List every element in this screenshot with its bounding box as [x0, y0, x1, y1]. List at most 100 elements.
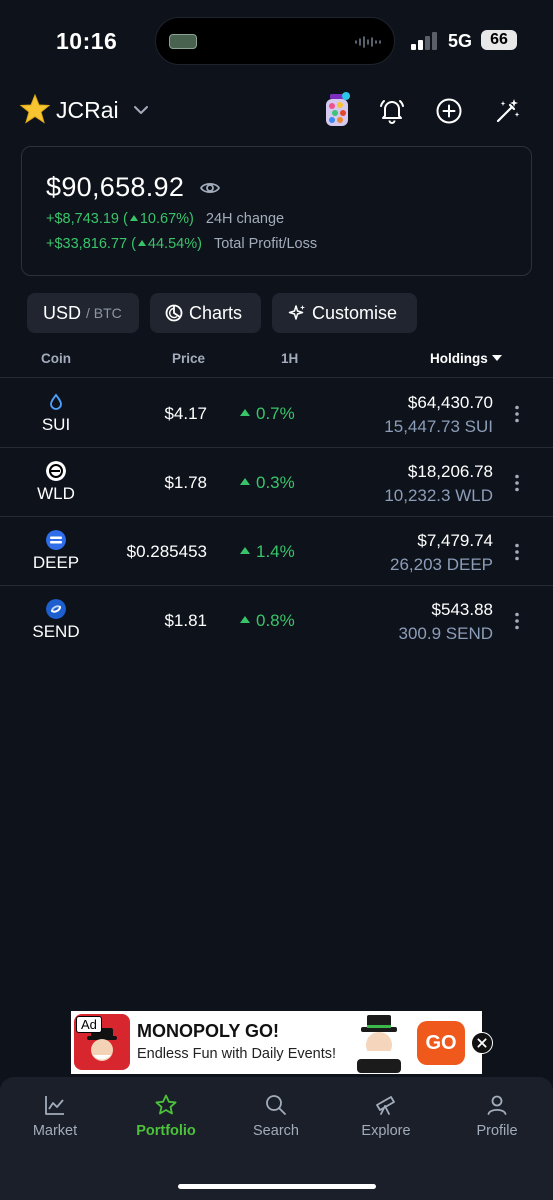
- holding-quantity: 26,203 DEEP: [389, 555, 493, 574]
- col-1h[interactable]: 1H: [281, 351, 298, 366]
- nav-explore[interactable]: Explore: [336, 1093, 436, 1139]
- nav-label: Portfolio: [136, 1123, 196, 1139]
- worldcoin-icon: [46, 461, 66, 481]
- charts-button[interactable]: Charts: [150, 293, 261, 333]
- table-row[interactable]: SEND $1.81 0.8% $543.88 300.9 SEND: [0, 586, 553, 655]
- coin-symbol: WLD: [37, 484, 75, 503]
- currency-toggle[interactable]: USD / BTC: [27, 293, 139, 333]
- pnl-value: +$33,816.77: [46, 236, 128, 252]
- portfolio-total: $90,658.92: [46, 172, 185, 202]
- live-activity-icon: [169, 34, 197, 49]
- coin-change-1h: 0.3%: [238, 473, 295, 493]
- more-vertical-icon[interactable]: [513, 405, 521, 423]
- bottom-nav: Market Portfolio Search Explore Profile: [0, 1077, 553, 1200]
- holdings-table-header: Coin Price 1H Holdings: [0, 350, 553, 378]
- charts-label: Charts: [189, 302, 243, 323]
- sparkle-icon: [288, 305, 305, 320]
- col-holdings[interactable]: Holdings: [430, 351, 488, 366]
- bell-alert-icon[interactable]: [378, 97, 406, 125]
- holding-value: $543.88: [431, 600, 493, 619]
- up-arrow-icon: [240, 478, 250, 485]
- coin-change-1h: 0.8%: [238, 611, 295, 631]
- up-arrow-icon: [240, 409, 250, 416]
- ad-label: Ad: [76, 1016, 102, 1033]
- up-arrow-icon: [240, 616, 250, 623]
- search-icon: [266, 1095, 286, 1115]
- coin-change-1h: 1.4%: [238, 542, 295, 562]
- user-icon: [487, 1095, 507, 1115]
- coin-change-1h: 0.7%: [238, 404, 295, 424]
- status-bar: 10:16 5G 66: [0, 0, 553, 80]
- up-arrow-icon: [137, 240, 146, 246]
- star-icon: [155, 1094, 177, 1115]
- mascot-illustration: [357, 1015, 401, 1073]
- status-time: 10:16: [56, 28, 118, 54]
- holding-quantity: 300.9 SEND: [398, 624, 494, 643]
- nav-label: Explore: [361, 1123, 411, 1139]
- col-coin[interactable]: Coin: [41, 351, 71, 366]
- holding-value: $18,206.78: [407, 462, 493, 481]
- ad-banner[interactable]: Ad MONOPOLY GO! Endless Fun with Daily E…: [71, 1011, 493, 1074]
- holding-value: $7,479.74: [417, 531, 493, 550]
- nav-profile[interactable]: Profile: [447, 1093, 547, 1139]
- account-name[interactable]: JCRai: [56, 97, 119, 124]
- table-row[interactable]: DEEP $0.285453 1.4% $7,479.74 26,203 DEE…: [0, 517, 553, 586]
- up-arrow-icon: [240, 547, 250, 554]
- pnl-label: Total Profit/Loss: [213, 236, 318, 252]
- ad-title: MONOPOLY GO!: [137, 1021, 280, 1041]
- home-indicator[interactable]: [178, 1184, 376, 1189]
- pie-chart-icon: [165, 304, 183, 322]
- ad-cta[interactable]: GO: [417, 1021, 465, 1065]
- app-header: JCRai: [20, 92, 533, 132]
- chevron-down-icon[interactable]: [133, 102, 149, 118]
- nav-search[interactable]: Search: [226, 1093, 326, 1139]
- holding-value: $64,430.70: [407, 393, 493, 412]
- nav-label: Search: [253, 1123, 299, 1139]
- sort-down-icon[interactable]: [492, 354, 502, 362]
- magic-wand-icon[interactable]: [494, 97, 522, 125]
- coin-price: $1.81: [164, 611, 207, 630]
- pnl-percent: 44.54%: [147, 236, 198, 252]
- nav-market[interactable]: Market: [5, 1093, 105, 1139]
- up-arrow-icon: [129, 215, 138, 221]
- battery-indicator: 66: [481, 30, 517, 50]
- telescope-icon: [376, 1096, 395, 1115]
- coin-price: $4.17: [164, 404, 207, 423]
- currency-usd: USD: [43, 302, 82, 323]
- currency-btc: / BTC: [86, 305, 122, 321]
- coin-price: $0.285453: [126, 542, 207, 561]
- customise-button[interactable]: Customise: [272, 293, 417, 333]
- customise-label: Customise: [312, 302, 398, 323]
- change-24h-row: +$8,743.19 (10.67%) 24H change: [46, 211, 285, 227]
- more-vertical-icon[interactable]: [513, 543, 521, 561]
- ad-description: Endless Fun with Daily Events!: [137, 1046, 337, 1062]
- nav-portfolio[interactable]: Portfolio: [116, 1093, 216, 1139]
- holding-quantity: 15,447.73 SUI: [384, 417, 493, 436]
- table-row[interactable]: SUI $4.17 0.7% $64,430.70 15,447.73 SUI: [0, 379, 553, 448]
- balance-card: $90,658.92 +$8,743.19 (10.67%) 24H chang…: [21, 146, 532, 276]
- more-vertical-icon[interactable]: [513, 474, 521, 492]
- close-icon[interactable]: [471, 1032, 493, 1054]
- send-coin-icon: [46, 599, 66, 619]
- cellular-signal-icon: [411, 32, 437, 50]
- candy-jar-icon[interactable]: [324, 92, 350, 128]
- eye-icon[interactable]: [200, 180, 220, 196]
- change-24h-value: +$8,743.19: [46, 211, 119, 227]
- change-24h-label: 24H change: [205, 211, 285, 227]
- nav-label: Profile: [476, 1123, 518, 1139]
- add-circle-icon[interactable]: [435, 97, 463, 125]
- coin-symbol: SEND: [32, 622, 80, 641]
- col-price[interactable]: Price: [172, 351, 205, 366]
- change-24h-percent: 10.67%: [139, 211, 190, 227]
- dynamic-island: [155, 17, 395, 65]
- coin-price: $1.78: [164, 473, 207, 492]
- coin-symbol: DEEP: [32, 553, 80, 572]
- star-emoji-icon[interactable]: [20, 94, 50, 124]
- table-row[interactable]: WLD $1.78 0.3% $18,206.78 10,232.3 WLD: [0, 448, 553, 517]
- network-type: 5G: [448, 31, 473, 51]
- holding-quantity: 10,232.3 WLD: [384, 486, 493, 505]
- sui-coin-icon: [50, 393, 62, 410]
- deep-coin-icon: [46, 530, 66, 550]
- more-vertical-icon[interactable]: [513, 612, 521, 630]
- audio-wave-icon: [355, 36, 381, 48]
